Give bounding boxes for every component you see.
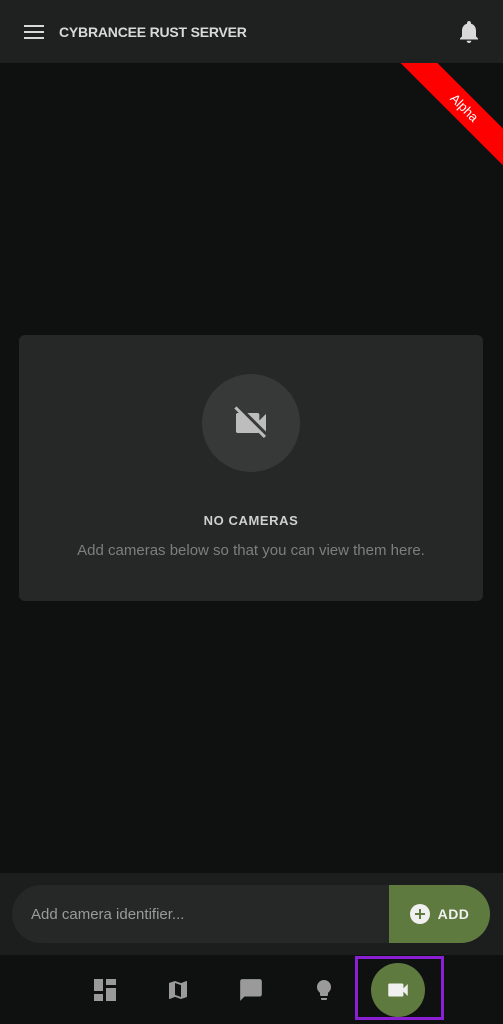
notifications-button[interactable] <box>457 20 481 44</box>
camera-off-icon <box>234 406 266 438</box>
add-button-label: ADD <box>437 906 470 922</box>
empty-state-icon-container <box>202 374 300 472</box>
nav-item-cameras[interactable] <box>369 955 427 1024</box>
add-camera-bar: ADD <box>0 873 503 955</box>
hamburger-menu-icon <box>24 25 44 39</box>
add-camera-field-container: ADD <box>12 885 490 943</box>
video-camera-icon <box>388 983 408 996</box>
app-root: CYBRANCEE RUST SERVER Alpha NO CAMERAS A… <box>0 0 503 1024</box>
nav-item-map[interactable] <box>149 955 207 1024</box>
bell-icon <box>460 21 478 43</box>
lightbulb-icon <box>317 979 331 1000</box>
dashboard-icon <box>94 978 116 1001</box>
nav-item-chat[interactable] <box>222 955 280 1024</box>
active-tab-indicator <box>371 962 425 1017</box>
alpha-ribbon-label: Alpha <box>394 63 503 173</box>
page-title: CYBRANCEE RUST SERVER <box>59 24 247 40</box>
app-header: CYBRANCEE RUST SERVER <box>0 0 503 63</box>
empty-state-card: NO CAMERAS Add cameras below so that you… <box>19 335 483 601</box>
nav-item-dashboard[interactable] <box>76 955 134 1024</box>
plus-circle-icon <box>409 904 430 924</box>
camera-identifier-input[interactable] <box>12 885 389 943</box>
nav-item-smart-devices[interactable] <box>295 955 353 1024</box>
chat-icon <box>240 978 262 1001</box>
empty-state-subtitle: Add cameras below so that you can view t… <box>77 542 425 559</box>
bottom-navigation <box>0 955 503 1024</box>
map-icon <box>169 980 187 999</box>
empty-state-title: NO CAMERAS <box>203 513 299 528</box>
add-camera-button[interactable]: ADD <box>389 885 490 943</box>
menu-button[interactable] <box>22 22 46 42</box>
alpha-ribbon: Alpha <box>393 63 503 173</box>
